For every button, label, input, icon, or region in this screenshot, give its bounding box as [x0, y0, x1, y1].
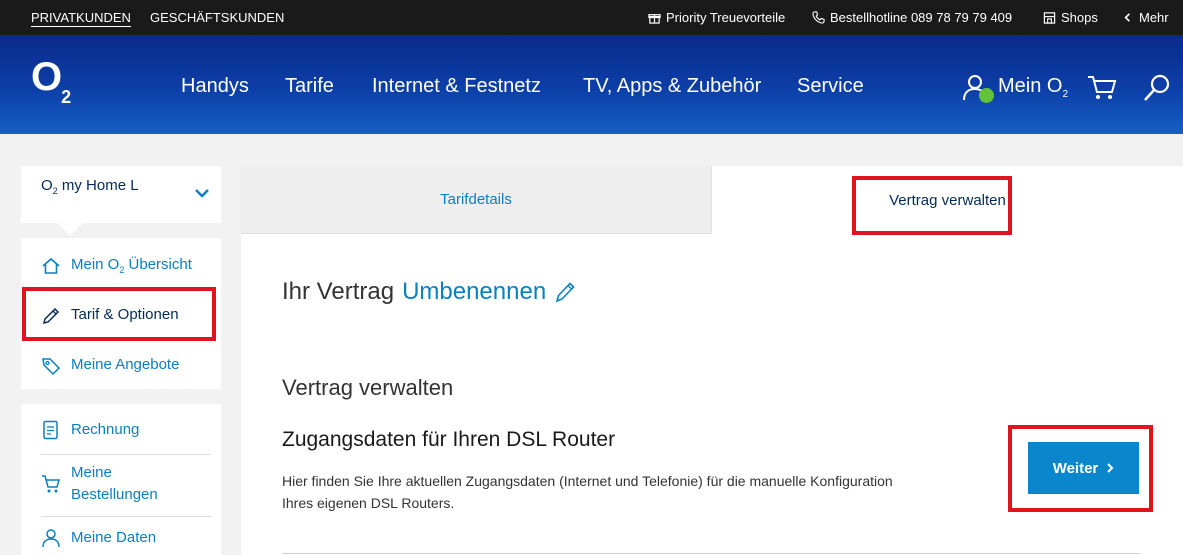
overview-label-main: Mein O	[71, 256, 120, 273]
cart-icon[interactable]	[1087, 75, 1117, 101]
logo-sub: 2	[61, 87, 71, 107]
section-title: Vertrag verwalten	[282, 375, 454, 400]
nav-internet-festnetz[interactable]: Internet & Festnetz	[372, 75, 541, 98]
pencil-icon	[42, 307, 60, 325]
sidebar-item-my-data-label: Meine Daten	[71, 529, 157, 546]
nav-tv-apps[interactable]: TV, Apps & Zubehör	[583, 75, 761, 98]
top-utility-bar: PRIVATKUNDEN GESCHÄFTSKUNDEN Priority Tr…	[0, 0, 1183, 35]
account-label: Mein O	[998, 74, 1063, 97]
plan-selector[interactable]: O2 my Home L	[21, 166, 221, 236]
tab-tariff-details[interactable]: Tarifdetails	[241, 166, 711, 234]
account-sub: 2	[1062, 88, 1069, 100]
rename-link[interactable]: Umbenennen	[402, 278, 546, 306]
phone-icon	[812, 11, 825, 24]
nav-service[interactable]: Service	[797, 75, 864, 98]
chevron-right-icon	[1107, 463, 1114, 473]
o2-logo[interactable]: O2	[31, 55, 71, 107]
main-panel: Tarifdetails Vertrag verwalten Ihr Vertr…	[241, 166, 1183, 555]
logo-letter: O	[31, 55, 62, 99]
shops-label: Shops	[1061, 10, 1098, 25]
account-link[interactable]: Mein O2	[962, 73, 1069, 103]
plan-label: O2 my Home L	[41, 177, 139, 196]
nav-handys[interactable]: Handys	[181, 75, 249, 98]
sidebar-item-overview-label: Mein O2 Übersicht	[71, 254, 192, 281]
overview-label-suffix: Übersicht	[124, 256, 192, 273]
shops-link[interactable]: Shops	[1043, 10, 1098, 25]
priority-link[interactable]: Priority Treuevorteile	[648, 10, 785, 25]
chevron-left-icon	[1124, 13, 1130, 22]
continue-label: Weiter	[1052, 459, 1099, 477]
tag-icon	[42, 358, 61, 376]
sidebar-group-account: Rechnung Meine Bestellungen Meine Daten	[21, 404, 221, 555]
user-icon	[42, 529, 60, 548]
dsl-description: Hier finden Sie Ihre aktuellen Zugangsda…	[282, 473, 893, 511]
more-link[interactable]: Mehr	[1121, 10, 1169, 25]
hotline-link[interactable]: Bestellhotline 089 78 79 79 409	[812, 10, 1012, 25]
segment-private[interactable]: PRIVATKUNDEN	[31, 10, 131, 27]
sidebar-group-contract: Mein O2 Übersicht Tarif & Optionen Meine…	[21, 238, 221, 389]
continue-button[interactable]: Weiter	[1028, 442, 1139, 494]
sidebar-item-tariff-label: Tarif & Optionen	[71, 306, 179, 323]
home-icon	[42, 257, 60, 274]
sidebar-item-tariff-options[interactable]: Tarif & Optionen	[21, 304, 221, 330]
shop-icon	[1043, 12, 1056, 24]
contract-title: Ihr Vertrag Umbenennen	[282, 278, 576, 306]
sidebar-item-invoice-label: Rechnung	[71, 421, 140, 438]
dsl-title: Zugangsdaten für Ihren DSL Router	[282, 428, 616, 451]
gift-icon	[648, 14, 661, 24]
sidebar-item-orders[interactable]: Meine Bestellungen	[21, 462, 221, 508]
hotline-label: Bestellhotline 089 78 79 79 409	[830, 10, 1013, 25]
pencil-icon[interactable]	[554, 280, 576, 304]
search-icon[interactable]	[1143, 73, 1171, 103]
selector-notch	[57, 210, 83, 236]
cart-icon	[42, 475, 60, 493]
logged-in-check-icon	[979, 88, 994, 103]
segment-business[interactable]: GESCHÄFTSKUNDEN	[150, 10, 284, 25]
more-label: Mehr	[1139, 10, 1169, 25]
sidebar-item-orders-label: Meine Bestellungen	[71, 462, 158, 506]
user-icon	[962, 73, 994, 103]
tab-manage-contract[interactable]: Vertrag verwalten	[711, 166, 1183, 234]
contract-prefix: Ihr Vertrag	[282, 278, 395, 305]
sidebar-item-invoice[interactable]: Rechnung	[21, 419, 221, 445]
content-divider	[282, 553, 1140, 554]
nav-tarife[interactable]: Tarife	[285, 75, 334, 98]
sidebar-divider	[41, 516, 211, 517]
sidebar-item-overview[interactable]: Mein O2 Übersicht	[21, 254, 221, 280]
plan-prefix: O	[41, 177, 53, 194]
orders-label-line2: Bestellungen	[71, 486, 158, 503]
chevron-down-icon	[195, 189, 209, 198]
invoice-icon	[43, 420, 58, 440]
plan-name: my Home L	[57, 177, 139, 194]
sidebar-item-offers[interactable]: Meine Angebote	[21, 354, 221, 380]
priority-label: Priority Treuevorteile	[666, 10, 786, 25]
orders-label-line1: Meine	[71, 464, 112, 481]
sidebar-divider	[41, 454, 211, 455]
sidebar-item-my-data[interactable]: Meine Daten	[21, 527, 221, 553]
main-header: O2 Handys Tarife Internet & Festnetz TV,…	[0, 35, 1183, 134]
sidebar-item-offers-label: Meine Angebote	[71, 356, 180, 373]
